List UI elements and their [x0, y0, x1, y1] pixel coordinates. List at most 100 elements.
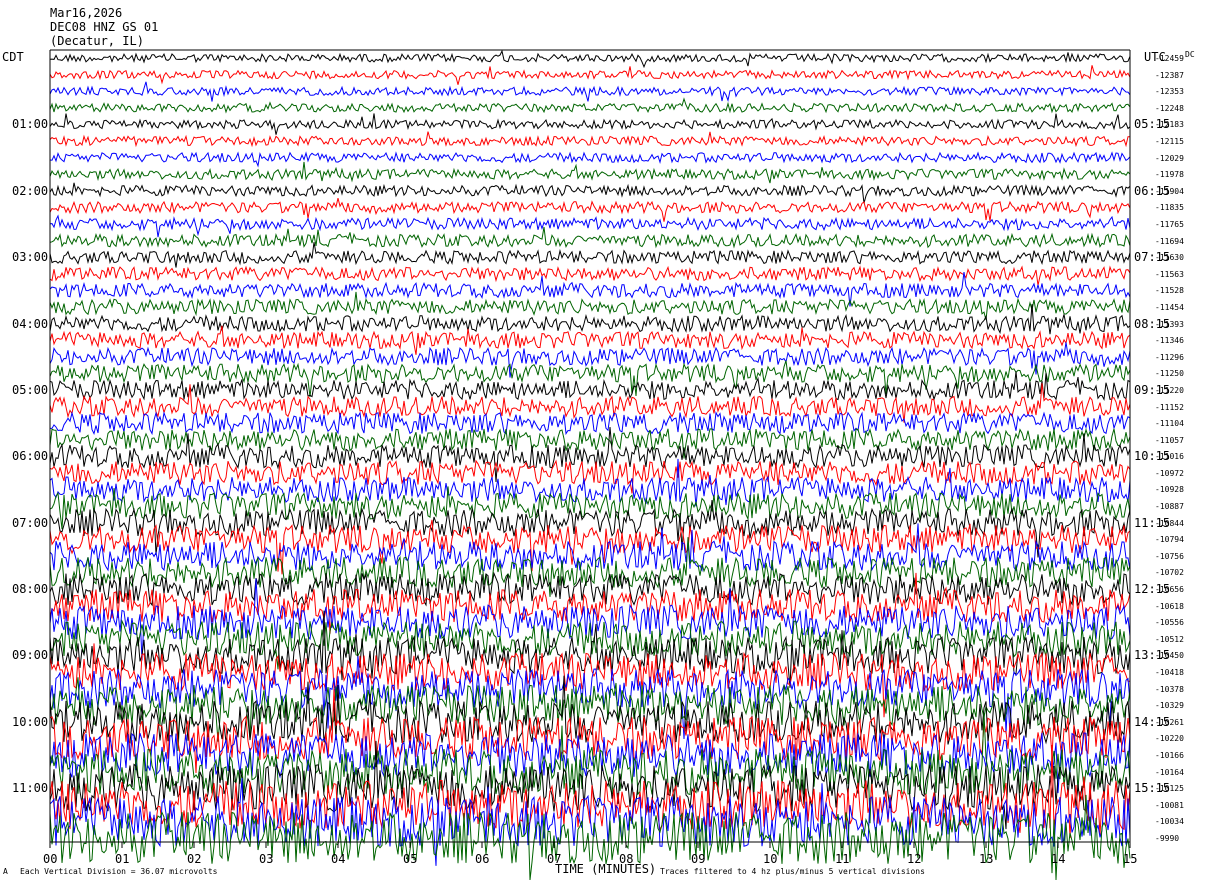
trace-green-28	[49, 486, 1131, 530]
dc-offset-label: -10756	[1155, 551, 1184, 561]
dc-offset-label: -10125	[1155, 784, 1184, 794]
dc-offset-label: -10702	[1155, 568, 1184, 578]
trace-black-5	[49, 113, 1131, 135]
left-hour-label: 09:00	[12, 648, 49, 663]
dc-offset-label: -10261	[1155, 717, 1184, 727]
dc-offset-label: -10378	[1155, 684, 1184, 694]
dc-offset-label: -11152	[1155, 402, 1184, 412]
x-tick-label: 02	[187, 852, 202, 866]
x-tick-label: 09	[691, 852, 706, 866]
x-tick-label: 12	[907, 852, 922, 866]
left-hour-label: 08:00	[12, 582, 49, 597]
trace-red-6	[49, 131, 1130, 148]
left-hour-label: 02:00	[12, 183, 49, 198]
trace-black-41	[49, 675, 1131, 745]
dc-offset-label: -11694	[1155, 236, 1184, 246]
x-tick-label: 01	[115, 852, 130, 866]
dc-offset-label: -12387	[1155, 70, 1184, 80]
x-axis-label: TIME (MINUTES)	[555, 862, 657, 876]
left-hour-label: 01:00	[12, 117, 49, 132]
dc-offset-label: -10450	[1155, 651, 1184, 661]
x-tick-label: 13	[979, 852, 994, 866]
footer-filter-note: Traces filtered to 4 hz plus/minus 5 ver…	[660, 867, 925, 876]
left-hour-label: 10:00	[12, 714, 49, 729]
x-tick-label: 05	[403, 852, 418, 866]
dc-offset-label: -11346	[1155, 336, 1184, 346]
dc-offset-label: -10556	[1155, 618, 1184, 628]
x-tick-label: 04	[331, 852, 346, 866]
dc-offset-label: -10618	[1155, 601, 1184, 611]
dc-offset-label: -12115	[1155, 136, 1184, 146]
chart-location: (Decatur, IL)	[50, 34, 144, 48]
trace-red-10	[49, 197, 1131, 222]
dc-offset-label: -11057	[1155, 435, 1184, 445]
dc-offset-label: -11528	[1155, 286, 1184, 296]
footer-scale-note: Each Vertical Division = 36.07 microvolt…	[20, 867, 218, 876]
dc-offset-label: -10081	[1155, 800, 1184, 810]
dc-offset-label: -12248	[1155, 103, 1184, 113]
dc-offset-label: -11563	[1155, 269, 1184, 279]
left-hour-label: 03:00	[12, 250, 49, 265]
left-hour-label: 06:00	[12, 449, 49, 464]
trace-blue-7	[49, 151, 1131, 168]
dc-offset-label: -10329	[1155, 701, 1184, 711]
dc-offset-label: -10794	[1155, 535, 1184, 545]
dc-offset-label: -11220	[1155, 385, 1184, 395]
chart-date: Mar16,2026	[50, 6, 123, 20]
dc-offset-label: -11630	[1155, 253, 1184, 263]
left-hour-label: 07:00	[12, 515, 49, 530]
dc-offset-label: -10166	[1155, 751, 1184, 761]
dc-offset-label: -10887	[1155, 502, 1184, 512]
dc-offset-label: -10512	[1155, 634, 1184, 644]
dc-offset-label: -11250	[1155, 369, 1184, 379]
trace-blue-3	[49, 81, 1131, 103]
dc-offset-label: -12353	[1155, 87, 1184, 97]
dc-offset-label: -11454	[1155, 302, 1184, 312]
dc-offset-label: -11978	[1155, 170, 1184, 180]
left-hour-label: 05:00	[12, 382, 49, 397]
trace-green-16	[49, 291, 1131, 321]
trace-black-33	[49, 571, 1131, 607]
x-tick-label: 03	[259, 852, 274, 866]
trace-black-1	[49, 49, 1131, 69]
trace-blue-11	[49, 214, 1131, 238]
dc-offset-label: -10844	[1155, 518, 1184, 528]
dc-offset-label: -10034	[1155, 817, 1184, 827]
dc-offset-label: -12029	[1155, 153, 1184, 163]
dc-offset-label: -11393	[1155, 319, 1184, 329]
dc-offset-label: -10972	[1155, 468, 1184, 478]
trace-blue-15	[49, 272, 1131, 307]
dc-offset-label: -12459	[1155, 54, 1184, 63]
dc-offset-label: -10220	[1155, 734, 1184, 744]
trace-black-17	[49, 304, 1131, 335]
dc-header: DC	[1185, 50, 1195, 59]
x-tick-label: 15	[1123, 852, 1138, 866]
chart-station: DEC08 HNZ GS 01	[50, 20, 159, 34]
trace-green-8	[49, 161, 1131, 184]
x-tick-label: 06	[475, 852, 490, 866]
footer-marker: A	[3, 867, 8, 876]
x-tick-label: 00	[43, 852, 58, 866]
dc-offset-label: -11904	[1155, 186, 1184, 196]
x-tick-label: 11	[835, 852, 850, 866]
dc-offset-label: -10418	[1155, 668, 1184, 678]
dc-offset-label: -11296	[1155, 352, 1184, 362]
trace-red-26	[49, 459, 1131, 494]
trace-red-2	[49, 65, 1131, 85]
dc-offset-label: -11765	[1155, 219, 1184, 229]
left-hour-label: 04:00	[12, 316, 49, 331]
trace-black-9	[49, 182, 1131, 204]
trace-red-14	[49, 265, 1131, 286]
trace-green-20	[49, 360, 1131, 397]
trace-plot	[49, 49, 1131, 881]
x-tick-label: 10	[763, 852, 778, 866]
dc-offset-label: -11104	[1155, 419, 1184, 429]
dc-offset-label: -9990	[1155, 834, 1180, 843]
x-tick-label: 14	[1051, 852, 1066, 866]
trace-blue-19	[49, 342, 1131, 378]
dc-offset-label: -11835	[1155, 203, 1184, 213]
dc-offset-label: -12183	[1155, 120, 1184, 130]
helicorder-chart: Mar16,2026 DEC08 HNZ GS 01 (Decatur, IL)…	[0, 0, 1210, 886]
dc-offset-label: -10164	[1155, 767, 1184, 777]
left-hour-label: 11:00	[12, 781, 49, 796]
